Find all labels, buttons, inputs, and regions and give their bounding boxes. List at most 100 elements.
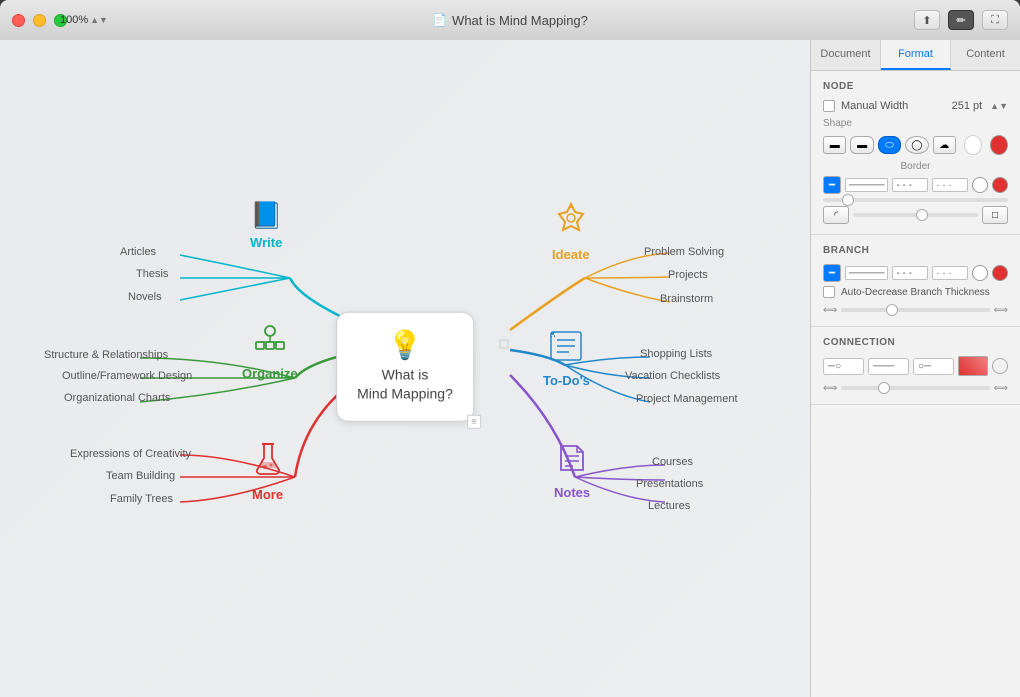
leaf-brainstorm[interactable]: Brainstorm (660, 293, 713, 305)
branch-section-title: BRANCH (823, 245, 1008, 256)
zoom-control[interactable]: 100% ▲▼ (60, 14, 108, 26)
manual-width-row: Manual Width 251 pt ▲▼ (823, 100, 1008, 112)
conn-end[interactable]: ○─ (913, 358, 954, 375)
document-icon: 📄 (432, 13, 447, 27)
corner-btn1[interactable]: ◜ (823, 206, 849, 224)
conn-color[interactable] (958, 356, 988, 376)
leaf-shopping[interactable]: Shopping Lists (640, 348, 712, 360)
minimize-button[interactable] (33, 14, 46, 27)
auto-decrease-label: Auto-Decrease Branch Thickness (841, 287, 990, 298)
branch-thickness-slider[interactable] (841, 308, 989, 312)
width-stepper[interactable]: ▲▼ (990, 101, 1008, 111)
write-label: Write (250, 235, 282, 250)
auto-decrease-row: Auto-Decrease Branch Thickness (823, 286, 1008, 298)
fullscreen-button[interactable]: ⛶ (982, 10, 1008, 30)
tab-document[interactable]: Document (811, 40, 881, 70)
shape-rect[interactable]: ▬ (823, 136, 846, 154)
leaf-articles[interactable]: Articles (120, 246, 156, 258)
share-button[interactable]: ⬆ (914, 10, 940, 30)
leaf-novels[interactable]: Novels (128, 291, 162, 303)
border-end-color[interactable] (972, 177, 988, 193)
leaf-presentations[interactable]: Presentations (636, 478, 703, 490)
conn-thickness-slider[interactable] (841, 386, 989, 390)
conn-start[interactable]: ─○ (823, 358, 864, 375)
node-color-swatch[interactable] (964, 135, 982, 155)
border-thickness-slider[interactable] (823, 198, 1008, 202)
border-end-color2[interactable] (992, 177, 1008, 193)
organize-label: Organize (242, 366, 298, 381)
border-color-btn[interactable]: ━ (823, 176, 841, 194)
organize-icon (242, 325, 298, 362)
todos-label: To-Do's (543, 373, 590, 388)
shape-title: Shape (823, 118, 852, 129)
center-node[interactable]: 💡 What is Mind Mapping? ≡ (336, 311, 474, 421)
leaf-projects[interactable]: Projects (668, 269, 708, 281)
notes-label: Notes (554, 485, 590, 500)
leaf-problem[interactable]: Problem Solving (644, 246, 724, 258)
leaf-structure[interactable]: Structure & Relationships (44, 349, 168, 361)
branch-ideate[interactable]: Ideate (552, 200, 590, 262)
window-title: 📄 What is Mind Mapping? (432, 13, 588, 28)
close-button[interactable] (12, 14, 25, 27)
corner-row: ◜ □ (823, 206, 1008, 224)
shape-label-row: Shape (823, 118, 1008, 129)
corner-btn2[interactable]: □ (982, 206, 1008, 224)
leaf-creativity[interactable]: Expressions of Creativity (70, 448, 191, 460)
branch-write[interactable]: 📘 Write (250, 200, 282, 250)
tab-content[interactable]: Content (951, 40, 1020, 70)
branch-style-row: ━ ───── - - - · · · (823, 264, 1008, 282)
main-area: 💡 What is Mind Mapping? ≡ 📘 Write Articl… (0, 40, 1020, 697)
shape-round-rect[interactable]: ▬ (850, 136, 873, 154)
branch-color-btn[interactable]: ━ (823, 264, 841, 282)
leaf-vacation[interactable]: Vacation Checklists (625, 370, 720, 382)
leaf-org-charts[interactable]: Organizational Charts (64, 392, 170, 404)
leaf-thesis[interactable]: Thesis (136, 268, 168, 280)
center-node-text: What is Mind Mapping? (357, 365, 453, 404)
border-title: Border (823, 161, 1008, 172)
border-solid[interactable]: ───── (845, 178, 888, 192)
shape-rounded[interactable]: ⬭ (878, 136, 901, 154)
branch-dashed2[interactable]: · · · (932, 266, 968, 280)
panel-node-section: NODE Manual Width 251 pt ▲▼ Shape ▬ ▬ ⬭ … (811, 71, 1020, 235)
auto-decrease-checkbox[interactable] (823, 286, 835, 298)
branch-dashed1[interactable]: - - - (892, 266, 928, 280)
leaf-courses[interactable]: Courses (652, 456, 693, 468)
manual-width-checkbox[interactable] (823, 100, 835, 112)
width-value: 251 pt (952, 100, 983, 112)
branch-more[interactable]: More (252, 440, 283, 502)
ideate-label: Ideate (552, 247, 590, 262)
connection-section-title: CONNECTION (823, 337, 1008, 348)
tab-format[interactable]: Format (881, 40, 951, 70)
leaf-family[interactable]: Family Trees (110, 493, 173, 505)
border-dashed2[interactable]: · · · (932, 178, 968, 192)
conn-middle[interactable]: ─── (868, 358, 909, 375)
title-bar: 100% ▲▼ 📄 What is Mind Mapping? ⬆ ✏ ⛶ (0, 0, 1020, 40)
leaf-team[interactable]: Team Building (106, 470, 175, 482)
more-label: More (252, 487, 283, 502)
zoom-stepper[interactable]: ▲▼ (90, 15, 108, 25)
expand-button[interactable]: ≡ (467, 414, 481, 428)
corner-slider[interactable] (853, 213, 978, 217)
branch-organize[interactable]: Organize (242, 325, 298, 381)
branch-notes[interactable]: Notes (554, 440, 590, 500)
flask-icon (252, 440, 283, 483)
branch-end2[interactable] (992, 265, 1008, 281)
shape-buttons: ▬ ▬ ⬭ ◯ ☁ (823, 135, 1008, 155)
canvas-area[interactable]: 💡 What is Mind Mapping? ≡ 📘 Write Articl… (0, 40, 810, 697)
conn-opacity[interactable] (992, 358, 1008, 374)
leaf-outline[interactable]: Outline/Framework Design (62, 370, 192, 382)
pen-button[interactable]: ✏ (948, 10, 974, 30)
border-dashed1[interactable]: - - - (892, 178, 928, 192)
shape-ellipse[interactable]: ◯ (905, 136, 928, 154)
right-panel: Document Format Content NODE Manual Widt… (810, 40, 1020, 697)
node-section-title: NODE (823, 81, 1008, 92)
todos-icon (543, 330, 590, 369)
leaf-project-mgmt[interactable]: Project Management (636, 393, 738, 405)
branch-end1[interactable] (972, 265, 988, 281)
branch-solid[interactable]: ───── (845, 266, 888, 280)
node-border-color[interactable] (990, 135, 1008, 155)
traffic-lights (12, 14, 67, 27)
shape-cloud[interactable]: ☁ (933, 136, 956, 154)
branch-todos[interactable]: To-Do's (543, 330, 590, 388)
leaf-lectures[interactable]: Lectures (648, 500, 690, 512)
